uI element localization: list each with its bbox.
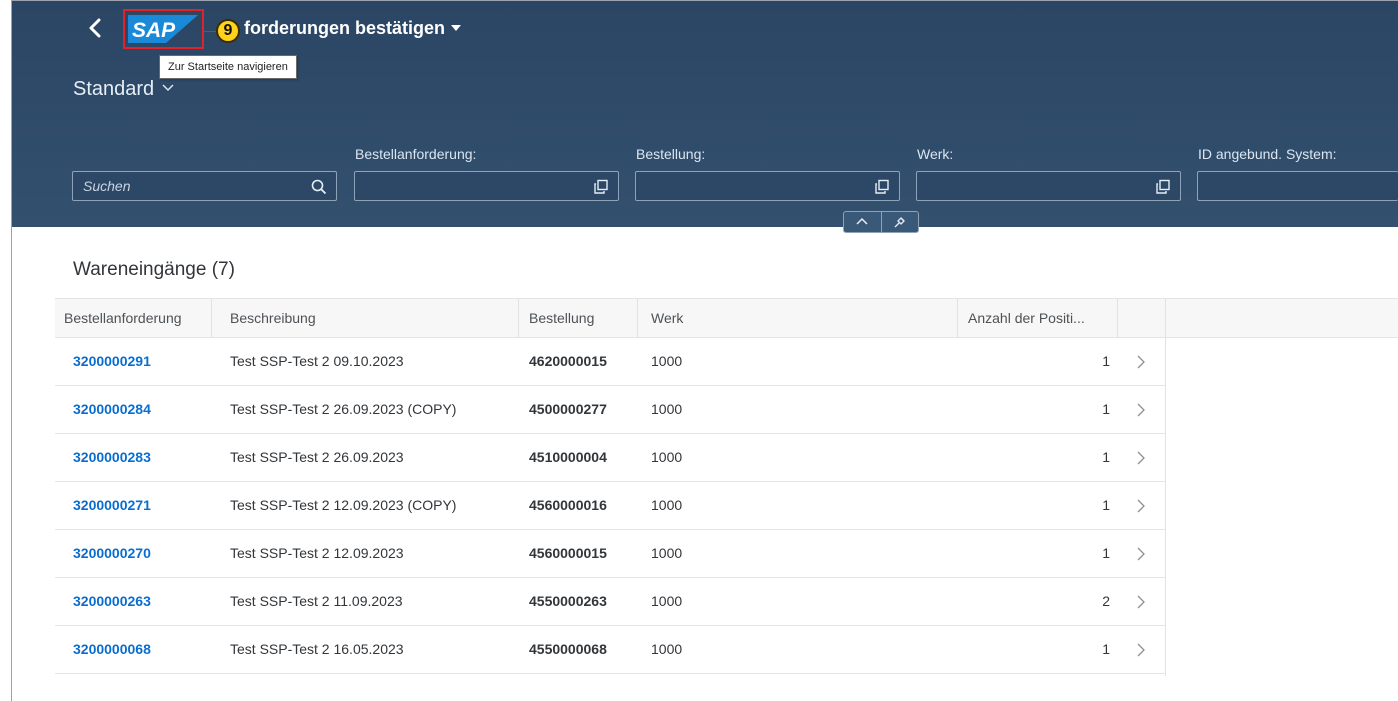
chevron-right-icon[interactable] bbox=[1136, 403, 1146, 417]
cell-beschreibung: Test SSP-Test 2 26.09.2023 bbox=[230, 449, 404, 465]
variant-label: Standard bbox=[73, 78, 155, 100]
table-header: Bestellanforderung Beschreibung Bestellu… bbox=[55, 298, 1398, 338]
step-badge: 9 bbox=[216, 19, 240, 43]
cell-anzahl: 1 bbox=[1102, 497, 1110, 513]
cell-werk: 1000 bbox=[651, 641, 683, 657]
collapse-header-button[interactable] bbox=[844, 212, 881, 232]
column-header-werk[interactable]: Werk bbox=[642, 299, 683, 338]
bestellung-input[interactable] bbox=[636, 172, 899, 200]
table-row[interactable]: 3200000263 Test SSP-Test 2 11.09.2023 45… bbox=[55, 578, 1166, 626]
id-system-input[interactable] bbox=[1198, 172, 1398, 200]
chevron-right-icon[interactable] bbox=[1136, 451, 1146, 465]
caret-down-icon bbox=[451, 25, 462, 31]
column-header-bestellanforderung[interactable]: Bestellanforderung bbox=[55, 299, 182, 338]
filter-label-bestellanforderung: Bestellanforderung: bbox=[355, 146, 477, 162]
filter-label-id-system: ID angebund. System: bbox=[1198, 146, 1337, 162]
filter-label-bestellung: Bestellung: bbox=[636, 146, 706, 162]
table-title: Wareneingänge (7) bbox=[73, 259, 235, 280]
chevron-right-icon[interactable] bbox=[1136, 643, 1146, 657]
werk-input[interactable] bbox=[917, 172, 1180, 200]
column-divider bbox=[1117, 299, 1118, 338]
filter-field-id-system bbox=[1197, 171, 1398, 201]
chevron-up-icon bbox=[856, 217, 868, 225]
table-row[interactable]: 3200000068 Test SSP-Test 2 16.05.2023 45… bbox=[55, 626, 1166, 674]
cell-bestellanforderung[interactable]: 3200000284 bbox=[73, 386, 151, 433]
cell-bestellung: 4510000004 bbox=[529, 449, 607, 465]
step-connector bbox=[204, 31, 216, 32]
variant-selector[interactable]: Standard bbox=[73, 76, 174, 101]
chevron-right-icon[interactable] bbox=[1136, 595, 1146, 609]
table-row[interactable]: 3200000291 Test SSP-Test 2 09.10.2023 46… bbox=[55, 338, 1166, 386]
search-icon[interactable] bbox=[310, 178, 328, 196]
cell-anzahl: 1 bbox=[1102, 401, 1110, 417]
app-title-menu[interactable]: forderungen bestätigen bbox=[244, 18, 462, 39]
filter-field-bestellanforderung bbox=[354, 171, 619, 201]
cell-bestellung: 4550000068 bbox=[529, 641, 607, 657]
filter-label-werk: Werk: bbox=[917, 146, 954, 162]
search-input[interactable] bbox=[73, 172, 336, 200]
cell-werk: 1000 bbox=[651, 449, 683, 465]
cell-anzahl: 1 bbox=[1102, 545, 1110, 561]
cell-bestellung: 4500000277 bbox=[529, 401, 607, 417]
value-help-icon[interactable] bbox=[1154, 178, 1172, 196]
cell-werk: 1000 bbox=[651, 497, 683, 513]
home-tooltip: Zur Startseite navigieren bbox=[159, 55, 297, 79]
chevron-right-icon[interactable] bbox=[1136, 499, 1146, 513]
cell-beschreibung: Test SSP-Test 2 16.05.2023 bbox=[230, 641, 404, 657]
table-row[interactable]: 3200000284 Test SSP-Test 2 26.09.2023 (C… bbox=[55, 386, 1166, 434]
value-help-icon[interactable] bbox=[873, 178, 891, 196]
cell-bestellung: 4560000015 bbox=[529, 545, 607, 561]
cell-beschreibung: Test SSP-Test 2 12.09.2023 (COPY) bbox=[230, 497, 457, 513]
column-header-beschreibung[interactable]: Beschreibung bbox=[221, 299, 316, 338]
column-divider bbox=[1165, 299, 1166, 338]
cell-beschreibung: Test SSP-Test 2 12.09.2023 bbox=[230, 545, 404, 561]
cell-anzahl: 1 bbox=[1102, 353, 1110, 369]
cell-bestellung: 4560000016 bbox=[529, 497, 607, 513]
back-icon[interactable] bbox=[85, 14, 105, 42]
chevron-right-icon[interactable] bbox=[1136, 355, 1146, 369]
table-row[interactable]: 3200000283 Test SSP-Test 2 26.09.2023 45… bbox=[55, 434, 1166, 482]
column-divider bbox=[518, 299, 519, 338]
cell-bestellanforderung[interactable]: 3200000291 bbox=[73, 338, 151, 385]
app-title: forderungen bestätigen bbox=[244, 18, 446, 38]
cell-beschreibung: Test SSP-Test 2 11.09.2023 bbox=[230, 593, 403, 609]
cell-bestellung: 4550000263 bbox=[529, 593, 607, 609]
cell-bestellanforderung[interactable]: 3200000263 bbox=[73, 578, 151, 625]
pin-icon bbox=[894, 217, 905, 228]
cell-werk: 1000 bbox=[651, 353, 683, 369]
cell-werk: 1000 bbox=[651, 401, 683, 417]
cell-anzahl: 2 bbox=[1102, 593, 1110, 609]
table-row[interactable]: 3200000271 Test SSP-Test 2 12.09.2023 (C… bbox=[55, 482, 1166, 530]
value-help-icon[interactable] bbox=[592, 178, 610, 196]
chevron-right-icon[interactable] bbox=[1136, 547, 1146, 561]
cell-werk: 1000 bbox=[651, 593, 683, 609]
cell-werk: 1000 bbox=[651, 545, 683, 561]
column-divider bbox=[637, 299, 638, 338]
column-header-anzahl[interactable]: Anzahl der Positi... bbox=[959, 299, 1085, 338]
cell-beschreibung: Test SSP-Test 2 09.10.2023 bbox=[230, 353, 404, 369]
app-page: SAP 9 forderungen bestätigen Zur Startse… bbox=[0, 0, 1398, 701]
header-toggle-bar bbox=[843, 211, 919, 233]
cell-anzahl: 1 bbox=[1102, 449, 1110, 465]
cell-bestellanforderung[interactable]: 3200000270 bbox=[73, 530, 151, 577]
cell-beschreibung: Test SSP-Test 2 26.09.2023 (COPY) bbox=[230, 401, 457, 417]
column-divider bbox=[957, 299, 958, 338]
cell-bestellanforderung[interactable]: 3200000271 bbox=[73, 482, 151, 529]
cell-bestellung: 4620000015 bbox=[529, 353, 607, 369]
bestellanforderung-input[interactable] bbox=[355, 172, 618, 200]
column-divider bbox=[211, 299, 212, 338]
sap-logo[interactable]: SAP bbox=[128, 15, 198, 43]
cell-bestellanforderung[interactable]: 3200000283 bbox=[73, 434, 151, 481]
cell-anzahl: 1 bbox=[1102, 641, 1110, 657]
column-header-bestellung[interactable]: Bestellung bbox=[520, 299, 594, 338]
search-field bbox=[72, 171, 337, 201]
table-right-border bbox=[1165, 338, 1166, 676]
filter-field-bestellung bbox=[635, 171, 900, 201]
sap-logo-text: SAP bbox=[132, 19, 176, 42]
filter-field-werk bbox=[916, 171, 1181, 201]
cell-bestellanforderung[interactable]: 3200000068 bbox=[73, 626, 151, 673]
pin-header-button[interactable] bbox=[880, 212, 919, 232]
table-row[interactable]: 3200000270 Test SSP-Test 2 12.09.2023 45… bbox=[55, 530, 1166, 578]
